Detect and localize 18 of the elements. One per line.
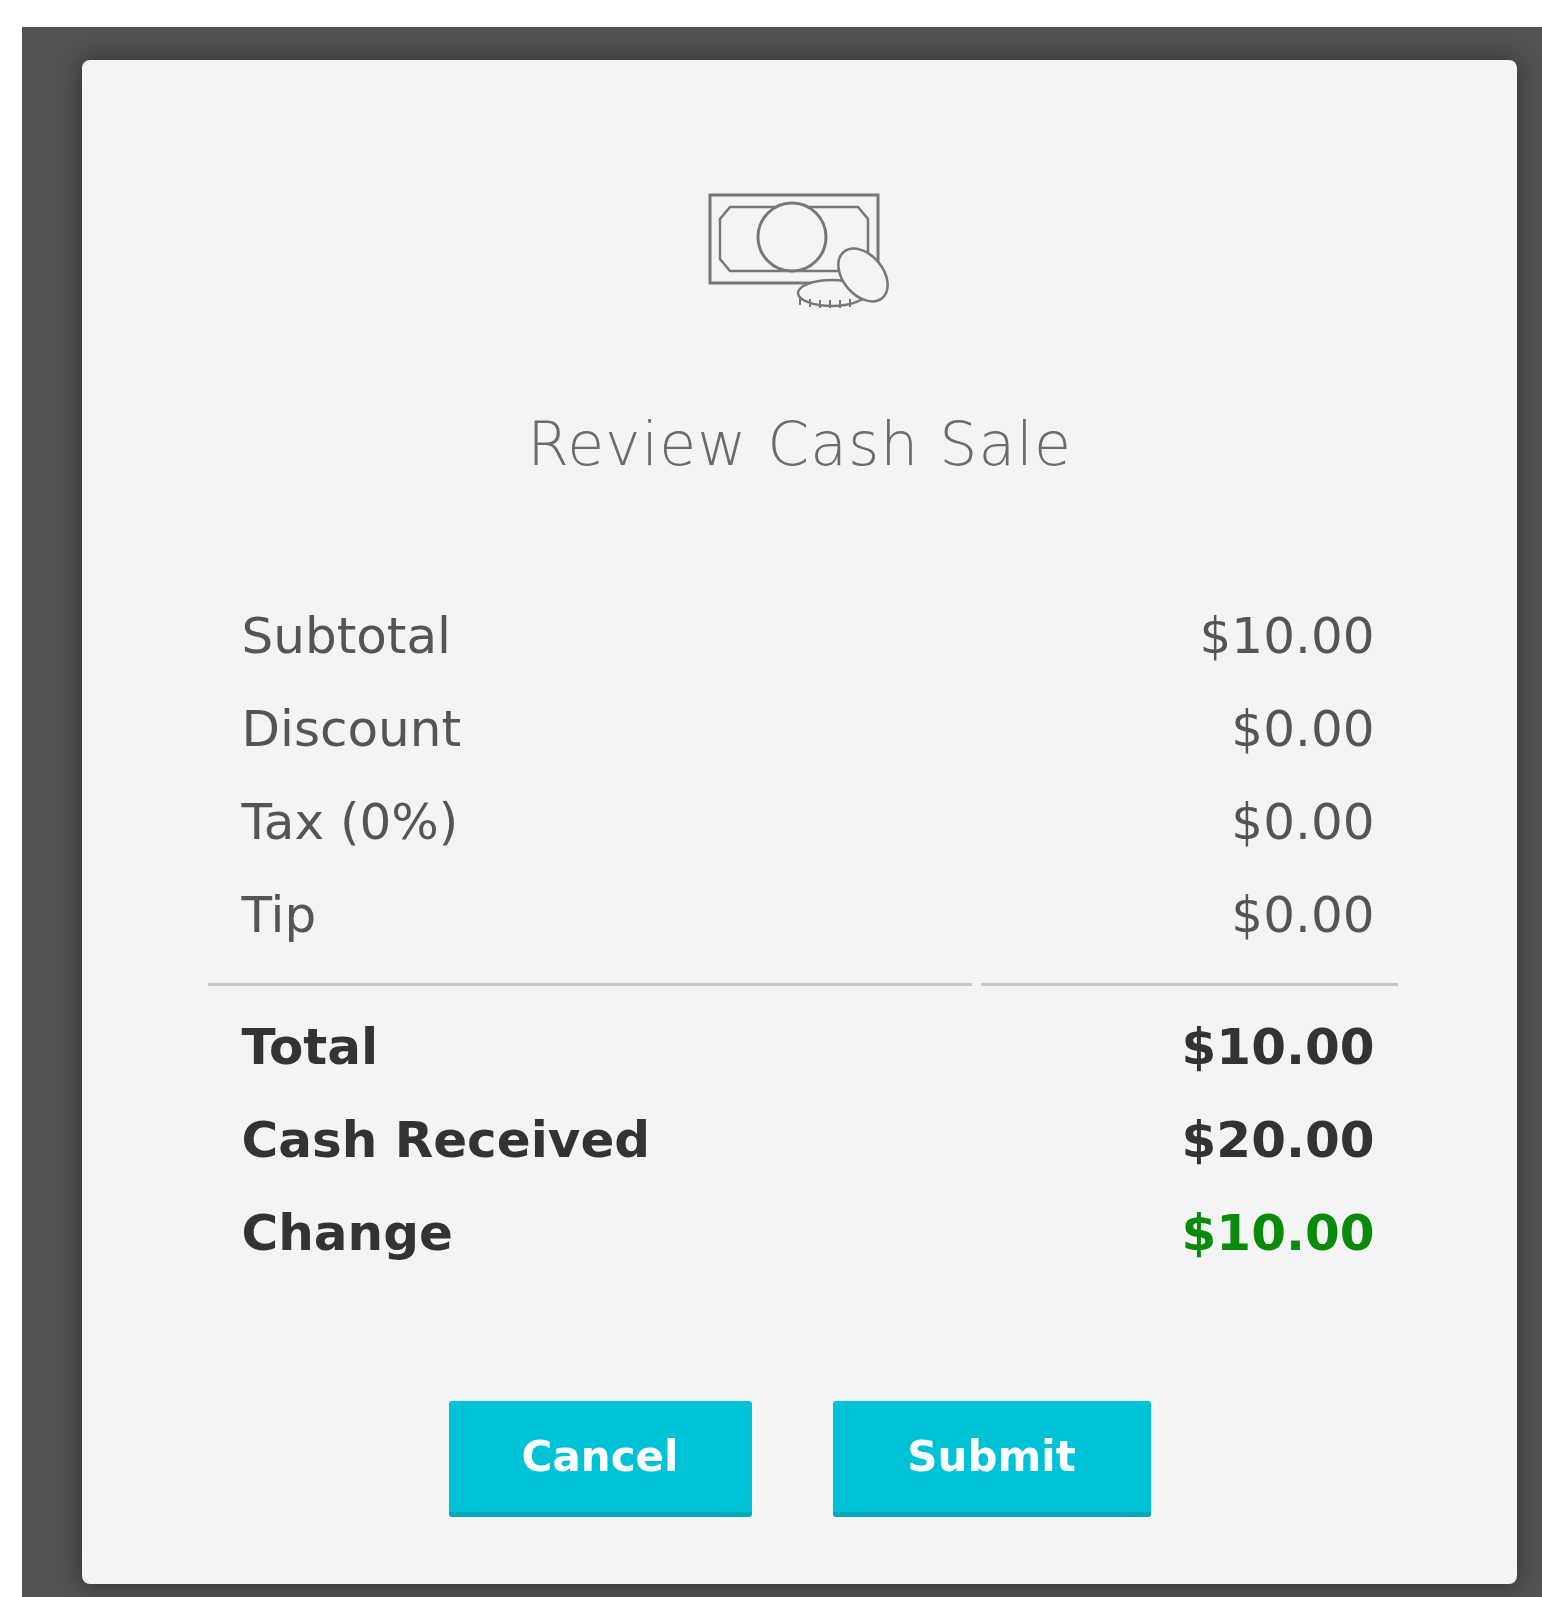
line-amount: $10.00 — [1199, 606, 1375, 665]
dialog-title: Review Cash Sale — [527, 409, 1072, 479]
line-label: Tip — [241, 885, 317, 944]
line-label: Change — [241, 1203, 453, 1262]
line-label: Tax (0%) — [241, 792, 459, 851]
line-label: Total — [241, 1017, 379, 1076]
cancel-button[interactable]: Cancel — [448, 1401, 752, 1517]
line-amount: $0.00 — [1231, 885, 1375, 944]
line-label: Discount — [241, 699, 461, 758]
line-label: Subtotal — [241, 606, 451, 665]
line-label: Cash Received — [241, 1110, 651, 1169]
submit-button[interactable]: Submit — [832, 1401, 1151, 1517]
line-amount: $0.00 — [1231, 699, 1375, 758]
line-amount: $10.00 — [1181, 1017, 1375, 1076]
line-amount: $20.00 — [1181, 1110, 1375, 1169]
line-amount: $0.00 — [1231, 792, 1375, 851]
line-amount: $10.00 — [1181, 1203, 1375, 1262]
cash-icon — [707, 193, 892, 309]
